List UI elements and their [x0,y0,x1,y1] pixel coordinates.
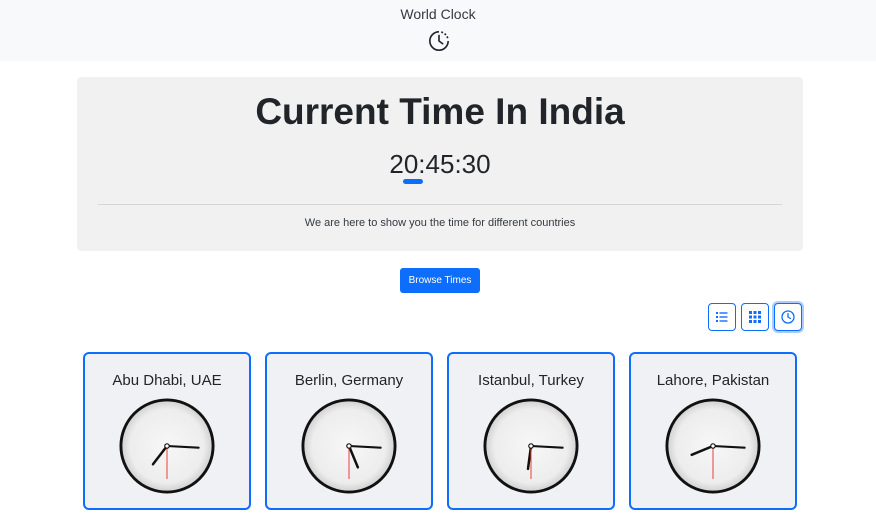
city-name: Abu Dhabi, UAE [112,372,222,389]
analog-clock [665,398,761,494]
city-name: Istanbul, Turkey [478,372,584,389]
clock-dashed-icon[interactable] [428,30,450,52]
clock-view-button[interactable] [774,303,802,331]
hero-panel: Current Time In India 20:45:30 We are he… [77,77,803,251]
lead-text: We are here to show you the time for dif… [304,217,576,229]
clock-center [710,443,716,449]
browse-times-button[interactable]: Browse Times [400,268,480,293]
analog-clock [301,398,397,494]
grid-view-button[interactable] [741,303,769,331]
clock-center [164,443,170,449]
current-time: 20:45:30 [389,149,491,179]
list-view-button[interactable] [708,303,736,331]
time-underline [403,179,423,184]
app-title: World Clock [400,6,476,22]
analog-clock [119,398,215,494]
city-card[interactable]: Abu Dhabi, UAE [83,352,251,510]
clock-center [346,443,352,449]
grid-icon [749,311,761,323]
city-card[interactable]: Lahore, Pakistan [629,352,797,510]
city-card[interactable]: Berlin, Germany [265,352,433,510]
divider [98,204,782,205]
top-navbar: World Clock [0,0,876,61]
page-heading: Current Time In India [255,91,625,132]
list-icon [716,312,728,322]
clock-center [528,443,534,449]
clock-icon [781,310,795,324]
city-name: Berlin, Germany [294,372,404,389]
city-card[interactable]: Istanbul, Turkey [447,352,615,510]
city-name: Lahore, Pakistan [656,372,770,389]
analog-clock [483,398,579,494]
